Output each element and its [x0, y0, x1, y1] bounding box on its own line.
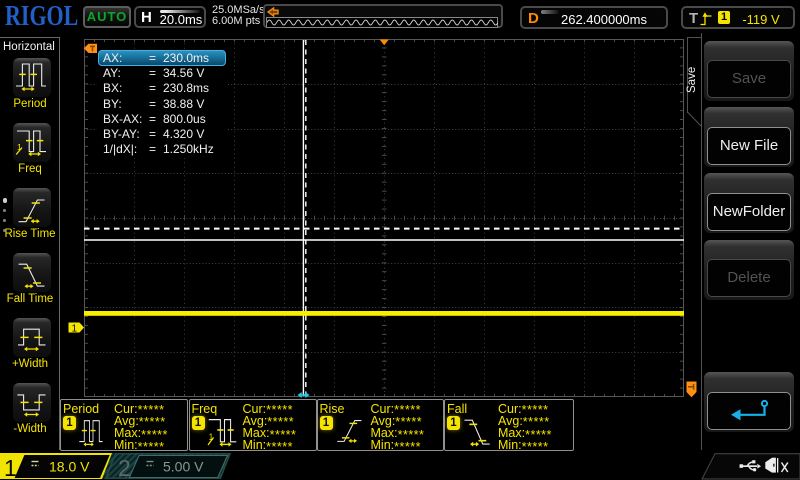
- svg-text:18.0 V: 18.0 V: [49, 459, 90, 475]
- svg-text:1: 1: [72, 323, 78, 333]
- svg-text:2: 2: [118, 455, 131, 480]
- svg-text:1: 1: [4, 455, 17, 480]
- svg-text:5.00 V: 5.00 V: [163, 459, 204, 475]
